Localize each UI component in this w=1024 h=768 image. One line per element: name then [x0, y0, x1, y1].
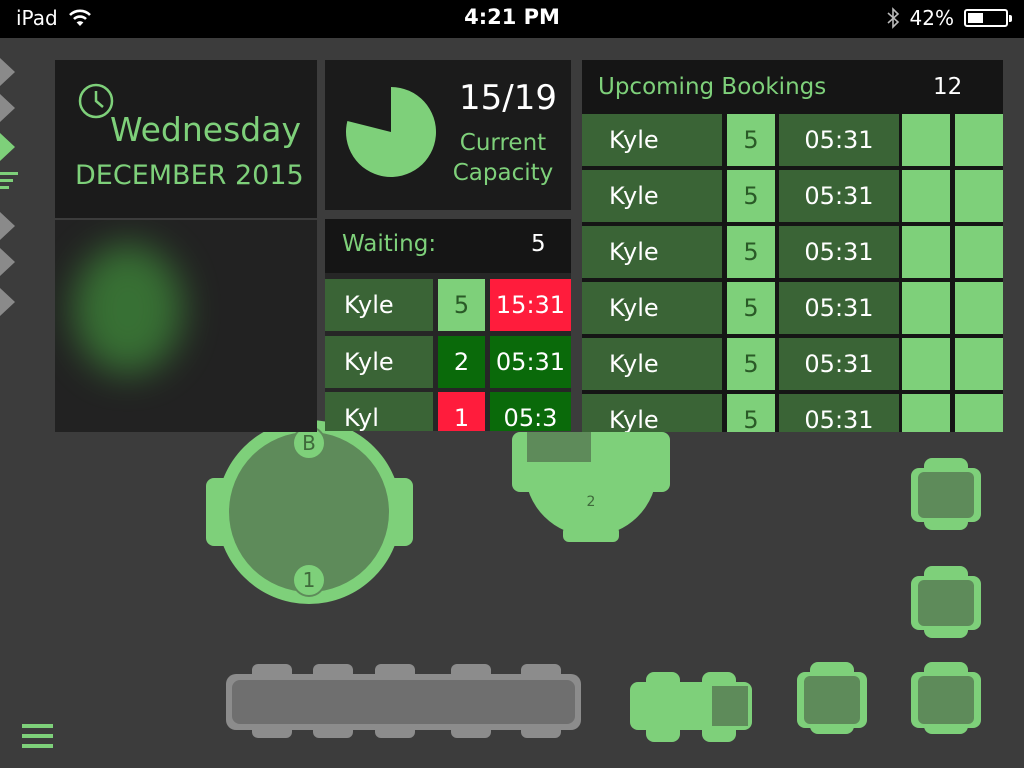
booking-party-size: 5	[727, 226, 775, 278]
booking-guest-name: Kyle	[582, 170, 722, 222]
waiting-row[interactable]: Kyl 1 05:3	[325, 392, 571, 431]
waiting-party-size: 5	[438, 279, 485, 331]
booking-party-size: 5	[727, 282, 775, 334]
booking-row[interactable]: Kyle 5 05:31	[582, 282, 1003, 334]
booking-slot[interactable]	[955, 114, 1003, 166]
month-year-label: DECEMBER 2015	[75, 160, 304, 191]
booking-row[interactable]: Kyle 5 05:31	[582, 170, 1003, 222]
waiting-time: 15:31	[490, 279, 571, 331]
booking-slot[interactable]	[902, 394, 950, 432]
booking-slot[interactable]	[955, 338, 1003, 390]
menu-icon[interactable]	[22, 724, 53, 754]
waiting-label: Waiting:	[342, 231, 437, 257]
waiting-time: 05:31	[490, 336, 571, 388]
booking-party-size: 5	[727, 338, 775, 390]
booking-guest-name: Kyle	[582, 114, 722, 166]
waiting-row[interactable]: Kyle 5 15:31	[325, 279, 571, 331]
weekday-label: Wednesday	[109, 110, 301, 149]
long-table[interactable]	[226, 664, 581, 738]
ambient-panel	[55, 220, 317, 432]
half-round-table-2[interactable]	[512, 432, 670, 542]
booking-time: 05:31	[779, 282, 899, 334]
booking-party-size: 5	[727, 394, 775, 432]
square-table-c[interactable]	[797, 662, 867, 734]
bookings-count: 12	[933, 74, 963, 100]
round-table-top-label: B	[302, 431, 316, 455]
booking-time: 05:31	[779, 114, 899, 166]
waiting-guest-name: Kyle	[325, 279, 433, 331]
booking-slot[interactable]	[955, 170, 1003, 222]
waiting-party-size: 2	[438, 336, 485, 388]
booking-party-size: 5	[727, 114, 775, 166]
bookings-title: Upcoming Bookings	[598, 74, 827, 100]
booking-time: 05:31	[779, 338, 899, 390]
bookings-header: Upcoming Bookings 12	[582, 60, 1003, 112]
bookings-panel: Upcoming Bookings 12 Kyle 5 05:31 Kyle 5…	[582, 60, 1003, 432]
waiting-panel: Waiting: 5 Kyle 5 15:31 Kyle 2 05:31 Kyl…	[325, 219, 571, 431]
waiting-time: 05:3	[490, 392, 571, 431]
booking-slot[interactable]	[902, 282, 950, 334]
waiting-count: 5	[531, 231, 546, 257]
capacity-panel: 15/19 Current Capacity	[325, 60, 571, 210]
double-table[interactable]	[630, 672, 752, 742]
square-table-a[interactable]	[911, 458, 981, 530]
booking-party-size: 5	[727, 170, 775, 222]
booking-slot[interactable]	[902, 226, 950, 278]
booking-guest-name: Kyle	[582, 338, 722, 390]
booking-slot[interactable]	[955, 282, 1003, 334]
capacity-pie-chart	[346, 87, 436, 177]
booking-slot[interactable]	[902, 338, 950, 390]
booking-row[interactable]: Kyle 5 05:31	[582, 114, 1003, 166]
booking-row[interactable]: Kyle 5 05:31	[582, 394, 1003, 432]
date-panel: Wednesday DECEMBER 2015	[55, 60, 317, 218]
booking-slot[interactable]	[955, 394, 1003, 432]
round-table-bottom-label: 1	[302, 568, 316, 592]
booking-slot[interactable]	[902, 170, 950, 222]
square-table-d[interactable]	[911, 662, 981, 734]
booking-slot[interactable]	[902, 114, 950, 166]
waiting-party-size: 1	[438, 392, 485, 431]
waiting-row[interactable]: Kyle 2 05:31	[325, 336, 571, 388]
waiting-guest-name: Kyle	[325, 336, 433, 388]
waiting-guest-name: Kyl	[325, 392, 433, 431]
booking-time: 05:31	[779, 226, 899, 278]
booking-time: 05:31	[779, 170, 899, 222]
booking-guest-name: Kyle	[582, 226, 722, 278]
booking-guest-name: Kyle	[582, 282, 722, 334]
square-table-b[interactable]	[911, 566, 981, 638]
booking-guest-name: Kyle	[582, 394, 722, 432]
capacity-value: 15/19	[459, 78, 557, 118]
booking-row[interactable]: Kyle 5 05:31	[582, 226, 1003, 278]
half-round-table-label: 2	[586, 494, 596, 510]
booking-slot[interactable]	[955, 226, 1003, 278]
booking-time: 05:31	[779, 394, 899, 432]
waiting-header: Waiting: 5	[325, 219, 571, 273]
capacity-label: Current Capacity	[452, 130, 554, 186]
booking-row[interactable]: Kyle 5 05:31	[582, 338, 1003, 390]
